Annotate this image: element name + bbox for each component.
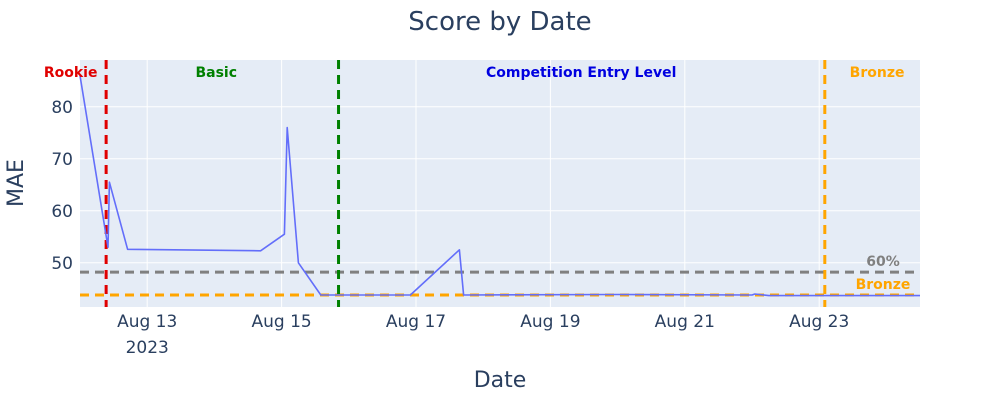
x-tick-year-label: 2023 <box>126 338 169 358</box>
threshold-label: Bronze <box>856 277 911 293</box>
y-tick-label: 60 <box>51 202 73 222</box>
threshold-label: 60% <box>866 254 900 270</box>
x-axis-title: Date <box>474 368 527 393</box>
plot-area <box>80 60 920 307</box>
zone-label: Competition Entry Level <box>486 65 676 81</box>
x-tick-label: Aug 15 <box>251 312 311 332</box>
score-chart: Score by Date Rookie Basic Competition Ent… <box>4 7 920 393</box>
chart-title: Score by Date <box>408 7 591 37</box>
zone-label: Bronze <box>850 65 905 81</box>
y-tick-label: 70 <box>51 150 73 170</box>
zone-label: Basic <box>195 65 237 81</box>
x-tick-label: Aug 19 <box>520 312 580 332</box>
y-tick-label: 50 <box>51 254 73 274</box>
x-tick-label: Aug 17 <box>386 312 446 332</box>
y-axis-title: MAE <box>4 159 29 207</box>
x-tick-label: Aug 13 <box>117 312 177 332</box>
y-tick-label: 80 <box>51 98 73 118</box>
zone-label: Rookie <box>44 65 98 81</box>
x-tick-label: Aug 23 <box>789 312 849 332</box>
x-tick-label: Aug 21 <box>655 312 715 332</box>
